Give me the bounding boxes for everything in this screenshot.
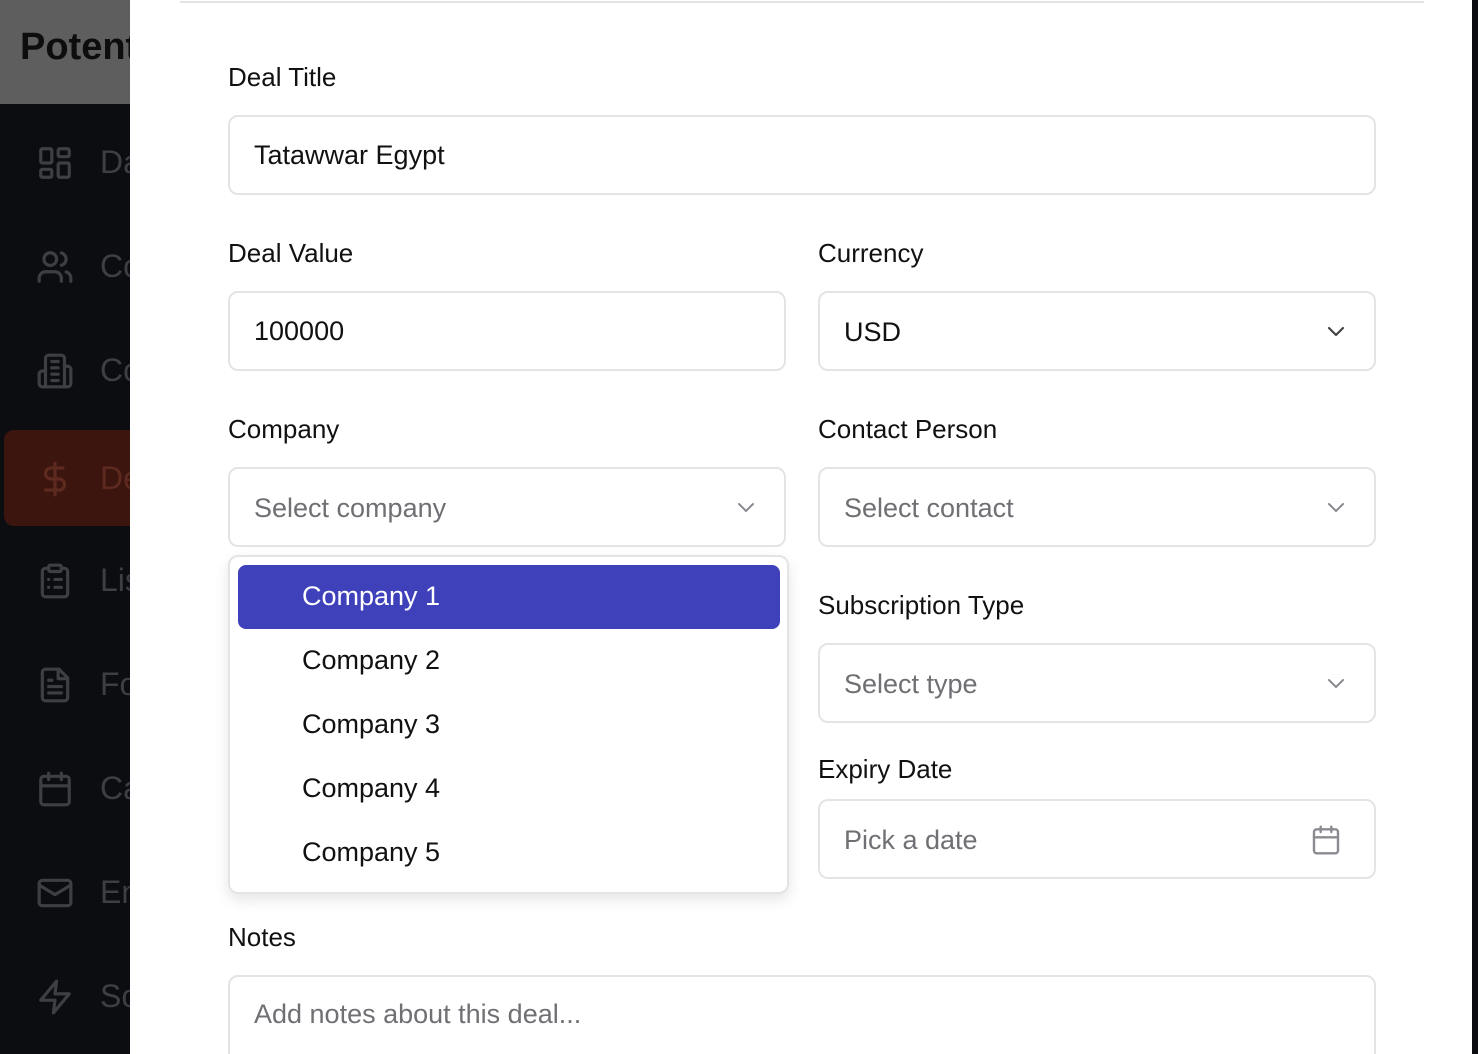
chevron-down-icon bbox=[1324, 319, 1348, 343]
deal-value-input[interactable] bbox=[254, 293, 760, 369]
expiry-date-picker[interactable]: Pick a date bbox=[818, 799, 1376, 879]
company-placeholder: Select company bbox=[254, 493, 447, 523]
chevron-down-icon bbox=[1324, 671, 1348, 695]
deal-title-label: Deal Title bbox=[228, 62, 337, 92]
company-option[interactable]: Company 2 bbox=[238, 629, 780, 693]
expiry-date-placeholder: Pick a date bbox=[844, 825, 978, 855]
calendar-icon bbox=[36, 770, 74, 808]
company-select[interactable]: Select company bbox=[228, 467, 786, 547]
sidebar-item-forms[interactable]: Fo bbox=[4, 636, 140, 732]
subscription-type-select[interactable]: Select type bbox=[818, 643, 1376, 723]
company-option[interactable]: Company 4 bbox=[238, 757, 780, 821]
company-option-label: Company 1 bbox=[302, 581, 441, 611]
company-label: Company bbox=[228, 414, 340, 444]
currency-select[interactable]: USD bbox=[818, 291, 1376, 371]
sidebar-item-companies[interactable]: Co bbox=[4, 322, 141, 418]
company-dropdown: Company 1 Company 2 Company 3 Company 4 … bbox=[228, 555, 789, 894]
notes-field[interactable] bbox=[228, 975, 1376, 1054]
sidebar-item-contacts[interactable]: Co bbox=[4, 218, 141, 314]
deal-form-modal: Deal Title Deal Value Currency USD Compa… bbox=[130, 0, 1472, 1054]
subscription-type-placeholder: Select type bbox=[844, 669, 978, 699]
dashboard-icon bbox=[36, 144, 74, 182]
contact-person-placeholder: Select contact bbox=[844, 493, 1014, 523]
currency-value: USD bbox=[844, 317, 902, 347]
company-option-label: Company 4 bbox=[302, 773, 441, 803]
sidebar-item-calendar[interactable]: Ca bbox=[4, 740, 141, 836]
calendar-icon[interactable] bbox=[1310, 823, 1342, 857]
clipboard-icon bbox=[36, 562, 74, 600]
company-option-label: Company 3 bbox=[302, 709, 441, 739]
currency-label: Currency bbox=[818, 238, 924, 268]
users-icon bbox=[36, 248, 74, 286]
company-option[interactable]: Company 3 bbox=[238, 693, 780, 757]
sidebar-item-deals[interactable]: De bbox=[4, 430, 141, 526]
chevron-down-icon bbox=[1324, 495, 1348, 519]
deal-title-field[interactable] bbox=[228, 115, 1376, 195]
company-option[interactable]: Company 5 bbox=[238, 821, 780, 885]
expiry-date-label: Expiry Date bbox=[818, 754, 953, 784]
mail-icon bbox=[36, 874, 74, 912]
app-title: Potent bbox=[20, 26, 139, 68]
sidebar-item-dashboard[interactable]: Da bbox=[4, 114, 141, 210]
right-edge bbox=[1472, 0, 1478, 1054]
company-option[interactable]: Company 1 bbox=[238, 565, 780, 629]
notes-textarea[interactable] bbox=[254, 999, 1350, 1054]
zap-icon bbox=[36, 978, 74, 1016]
company-option-label: Company 2 bbox=[302, 645, 441, 675]
contact-person-label: Contact Person bbox=[818, 414, 998, 444]
divider bbox=[180, 1, 1424, 3]
sidebar-item-sc[interactable]: Sc bbox=[4, 948, 140, 1044]
notes-label: Notes bbox=[228, 922, 296, 952]
dollar-icon bbox=[36, 460, 74, 498]
sidebar: Da Co Co De Lis Fo Ca Em Sc bbox=[0, 104, 148, 1054]
file-icon bbox=[36, 666, 74, 704]
sidebar-item-email[interactable]: Em bbox=[4, 844, 148, 940]
chevron-down-icon bbox=[734, 495, 758, 519]
deal-value-label: Deal Value bbox=[228, 238, 354, 268]
deal-value-field[interactable] bbox=[228, 291, 786, 371]
sidebar-item-lists[interactable]: Lis bbox=[4, 532, 141, 628]
building-icon bbox=[36, 352, 74, 390]
deal-title-input[interactable] bbox=[254, 117, 1350, 193]
company-option-label: Company 5 bbox=[302, 837, 441, 867]
subscription-type-label: Subscription Type bbox=[818, 590, 1025, 620]
contact-person-select[interactable]: Select contact bbox=[818, 467, 1376, 547]
